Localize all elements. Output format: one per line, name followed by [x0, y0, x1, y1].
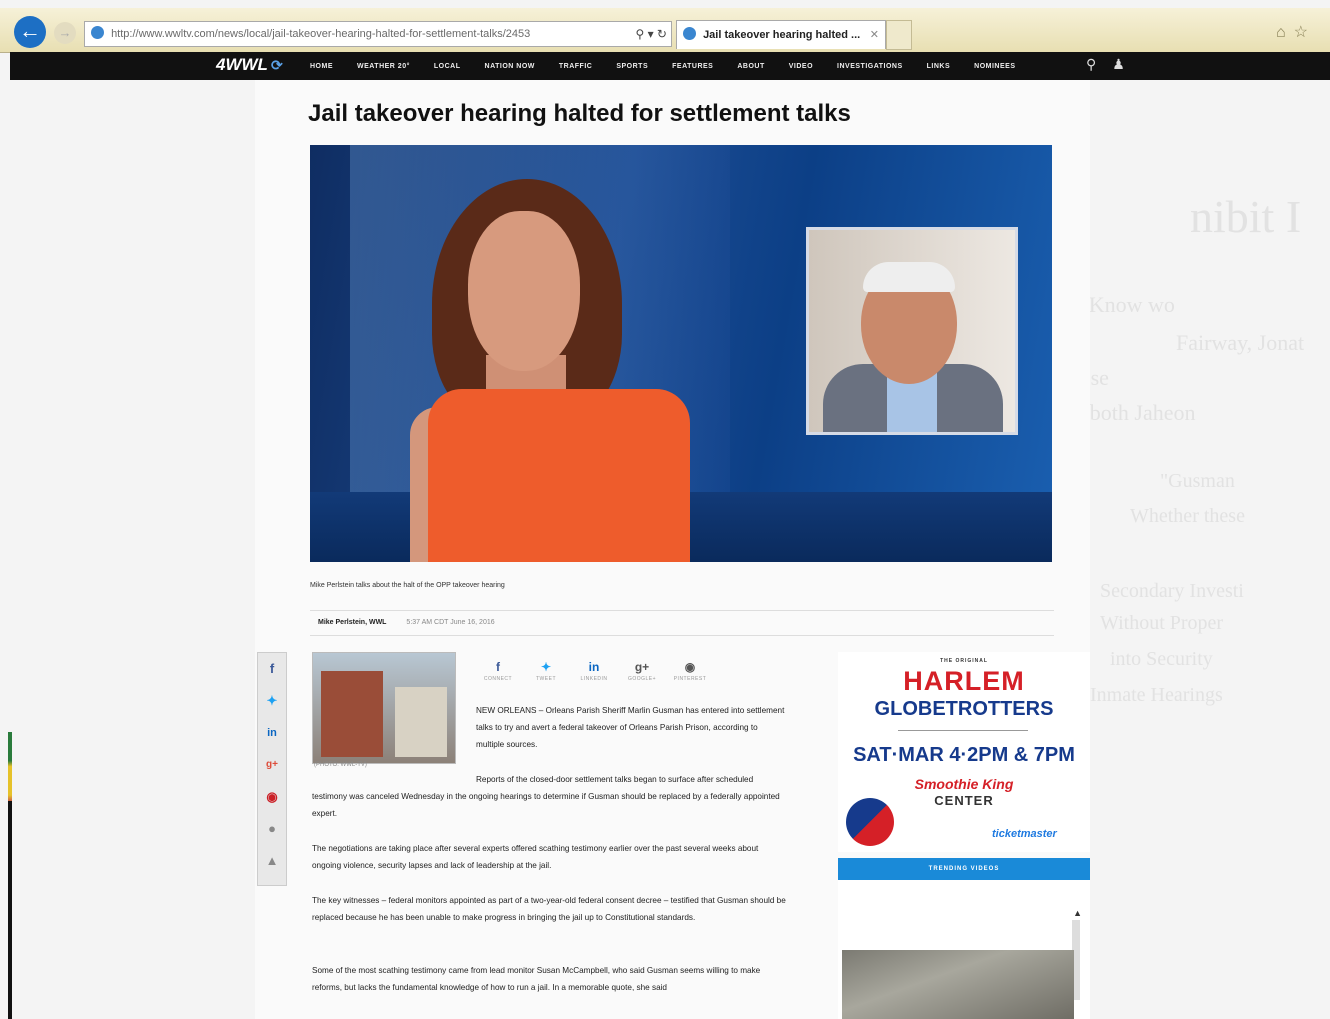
nav-item-features[interactable]: FEATURES [672, 63, 713, 70]
ticketmaster-logo: ticketmaster [992, 828, 1057, 840]
nav-item-sports[interactable]: SPORTS [616, 63, 648, 70]
ad-headline: HARLEM [903, 666, 1025, 696]
home-star-icons[interactable]: ⌂☆ [1276, 22, 1316, 42]
article-title: Jail takeover hearing halted for settlem… [308, 100, 851, 127]
thumb-building-2 [395, 687, 447, 757]
nav-item-local[interactable]: LOCAL [434, 63, 461, 70]
close-tab-icon[interactable]: ✕ [870, 21, 879, 49]
inset-hair [863, 262, 955, 292]
video-inset-portrait [806, 227, 1018, 435]
video-caption: Mike Perlstein talks about the halt of t… [310, 582, 505, 589]
ad-eyebrow: THE ORIGINAL [940, 658, 988, 664]
search-refresh-icon[interactable]: ⚲ ▾ ↻ [635, 22, 667, 46]
user-icon[interactable]: ♟ [1112, 56, 1141, 72]
forward-button[interactable]: → [54, 22, 76, 44]
share-buttons: f CONNECT ✦ TWEET in LINKEDIN g+ GOOGLE+ ◉ PI… [474, 660, 714, 682]
scroll-up-icon[interactable]: ▲ [1073, 908, 1082, 918]
share-label: TWEET [536, 676, 556, 682]
paragraph: NEW ORLEANS – Orleans Parish Sheriff Mar… [476, 706, 785, 749]
pinterest-share-icon: ◉ [684, 660, 696, 674]
favorites-star-icon[interactable]: ☆ [1294, 24, 1316, 41]
nav-item-about[interactable]: ABOUT [737, 63, 764, 70]
back-arrow-icon: ← [19, 18, 41, 43]
byline-author[interactable]: Mike Perlstein, WWL [318, 619, 386, 626]
address-bar[interactable]: http://www.wwltv.com/news/local/jail-tak… [84, 21, 672, 47]
ad-venue-brand: Smoothie King [914, 776, 1014, 792]
comment-icon[interactable]: ● [258, 813, 286, 845]
share-linkedin-button[interactable]: in LINKEDIN [570, 660, 618, 682]
article-thumbnail[interactable] [312, 652, 456, 764]
share-label: CONNECT [483, 676, 513, 682]
logo-text: 4WWL [216, 55, 268, 74]
paragraph: The key witnesses – federal monitors app… [312, 896, 786, 922]
search-icon[interactable]: ⚲ [1086, 56, 1112, 72]
thumbnail-caption: (PHOTO: WWL-TV) [314, 762, 367, 768]
print-icon[interactable]: ▲ [258, 845, 286, 877]
share-rail: f ✦ in g+ ◉ ● ▲ [257, 652, 287, 886]
ad-date: SAT·MAR 4·2PM & 7PM [853, 744, 1075, 766]
googleplus-share-icon: g+ [634, 660, 650, 674]
site-nav: 4WWL ⟳ HOME WEATHER 20° LOCAL NATION NOW … [10, 52, 1330, 80]
linkedin-share-icon: in [588, 660, 600, 674]
share-facebook-button[interactable]: f CONNECT [474, 660, 522, 682]
share-googleplus-button[interactable]: g+ GOOGLE+ [618, 660, 666, 682]
byline-bar: Mike Perlstein, WWL 5:37 AM CDT June 16,… [310, 610, 1054, 636]
anchor-face [468, 211, 580, 371]
home-icon[interactable]: ⌂ [1276, 24, 1294, 41]
linkedin-icon[interactable]: in [258, 717, 286, 749]
twitter-share-icon: ✦ [540, 660, 552, 674]
browser-toolbar: ← → http://www.wwltv.com/news/local/jail… [0, 8, 1330, 53]
video-player[interactable] [310, 145, 1052, 562]
nav-icons: ⚲♟ [1086, 56, 1141, 73]
url-text: http://www.wwltv.com/news/local/jail-tak… [111, 28, 531, 40]
ad-divider [898, 730, 1028, 731]
back-button[interactable]: ← [14, 16, 46, 48]
share-pinterest-button[interactable]: ◉ PINTEREST [666, 660, 714, 682]
googleplus-icon[interactable]: g+ [258, 749, 286, 781]
left-edge-bar [8, 732, 12, 1019]
twitter-icon[interactable]: ✦ [258, 685, 286, 717]
share-twitter-button[interactable]: ✦ TWEET [522, 660, 570, 682]
byline-timestamp: 5:37 AM CDT June 16, 2016 [406, 619, 495, 626]
site-logo[interactable]: 4WWL ⟳ [216, 55, 283, 75]
paragraph: The negotiations are taking place after … [312, 844, 759, 870]
facebook-share-icon: f [496, 660, 500, 674]
share-label: PINTEREST [673, 676, 707, 682]
tab-favicon-icon [683, 27, 696, 40]
paragraph: Reports of the closed-door settlement ta… [312, 775, 780, 818]
pinterest-icon[interactable]: ◉ [258, 781, 286, 813]
anchor-dress [428, 389, 690, 562]
nav-item-links[interactable]: LINKS [927, 63, 951, 70]
ad-subheadline: GLOBETROTTERS [874, 698, 1054, 720]
site-favicon-icon [91, 26, 104, 39]
nav-item-video[interactable]: VIDEO [789, 63, 813, 70]
nav-item-investigations[interactable]: INVESTIGATIONS [837, 63, 903, 70]
nav-item-nominees[interactable]: NOMINEES [974, 63, 1015, 70]
new-tab-button[interactable] [886, 20, 912, 50]
browser-tab[interactable]: Jail takeover hearing halted ... ✕ [676, 20, 886, 49]
thumb-building [321, 671, 383, 757]
share-label: GOOGLE+ [627, 676, 657, 682]
trending-videos-header[interactable]: TRENDING VIDEOS [838, 858, 1090, 880]
trending-video-thumbnail[interactable] [842, 950, 1074, 1019]
paragraph: Some of the most scathing testimony came… [312, 966, 761, 992]
facebook-icon[interactable]: f [258, 653, 286, 685]
advertisement-globetrotters[interactable]: THE ORIGINAL HARLEM GLOBETROTTERS SAT·MA… [838, 652, 1090, 852]
forward-arrow-icon: → [58, 25, 72, 40]
share-label: LINKEDIN [580, 676, 608, 682]
nav-item-nation-now[interactable]: NATION NOW [485, 63, 535, 70]
globetrotters-ball-icon [846, 798, 894, 846]
nav-menu: HOME WEATHER 20° LOCAL NATION NOW TRAFFI… [310, 52, 1040, 80]
nav-item-home[interactable]: HOME [310, 63, 333, 70]
nav-item-traffic[interactable]: TRAFFIC [559, 63, 592, 70]
tab-title: Jail takeover hearing halted ... [703, 29, 861, 41]
nav-item-weather[interactable]: WEATHER 20° [357, 63, 410, 70]
swirl-icon: ⟳ [270, 57, 283, 73]
